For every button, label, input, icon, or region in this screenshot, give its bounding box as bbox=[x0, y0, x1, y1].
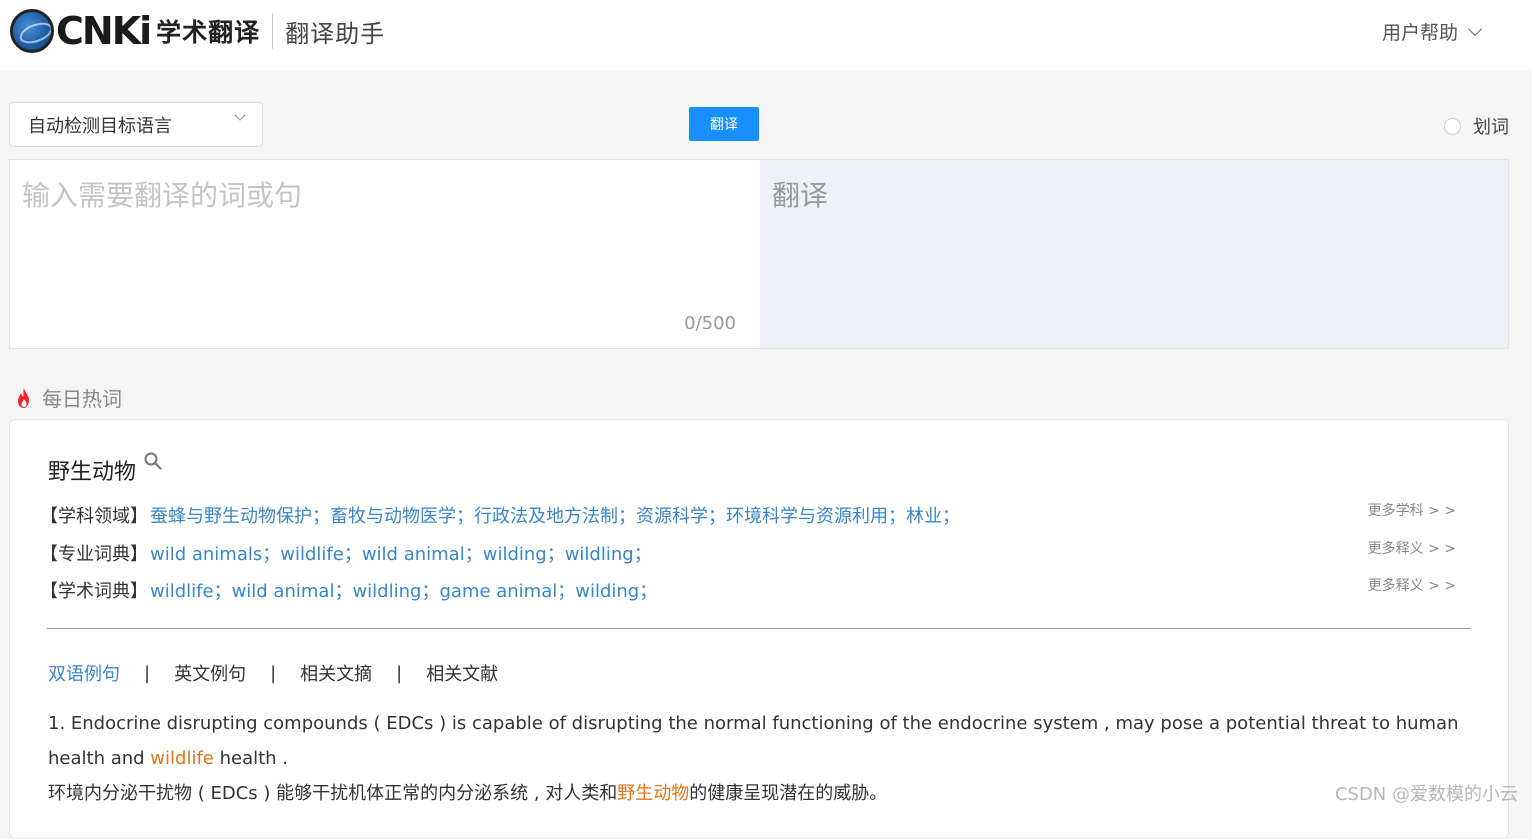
highlighted-term: 野生动物 bbox=[617, 783, 689, 804]
daily-hot-words-label: 每日热词 bbox=[42, 383, 122, 412]
dict-link[interactable]: game animal； bbox=[439, 581, 575, 602]
top-header: CNKi 学术翻译 翻译助手 用户帮助 bbox=[0, 0, 1532, 70]
tab-separator: | bbox=[270, 663, 276, 684]
academic-dict-items: wildlife；wild animal；wildling；game anima… bbox=[150, 577, 657, 603]
dict-link[interactable]: wildlife； bbox=[280, 544, 362, 565]
chevron-down-icon bbox=[234, 109, 245, 120]
dict-link[interactable]: wildlife； bbox=[150, 581, 232, 602]
example-english: 1. Endocrine disrupting compounds ( EDCs… bbox=[48, 706, 1468, 776]
word-pick-radio[interactable] bbox=[1444, 118, 1461, 135]
page-title: 翻译助手 bbox=[285, 14, 385, 49]
example-chinese: 环境内分泌干扰物 ( EDCs ) 能够干扰机体正常的内分泌系统 , 对人类和野… bbox=[48, 776, 1468, 811]
tab-separator: | bbox=[144, 663, 150, 684]
tab-related-abstracts[interactable]: 相关文摘 bbox=[300, 660, 372, 686]
professional-dict-items: wild animals；wildlife；wild animal；wildin… bbox=[150, 540, 652, 566]
example-tabs: 双语例句 | 英文例句 | 相关文摘 | 相关文献 bbox=[48, 660, 498, 686]
word-pick-label: 划词 bbox=[1473, 113, 1509, 139]
hot-word: 野生动物 bbox=[48, 454, 136, 486]
subject-link[interactable]: 环境科学与资源利用； bbox=[726, 506, 906, 527]
source-text-input[interactable] bbox=[10, 160, 760, 348]
dict-link[interactable]: wild animal； bbox=[362, 544, 483, 565]
target-language-value: 自动检测目标语言 bbox=[28, 112, 172, 138]
subject-field-items: 蚕蜂与野生动物保护；畜牧与动物医学；行政法及地方法制；资源科学；环境科学与资源利… bbox=[150, 502, 960, 528]
hot-word-card: 野生动物 【学科领域】 蚕蜂与野生动物保护；畜牧与动物医学；行政法及地方法制；资… bbox=[9, 419, 1509, 839]
globe-logo-icon bbox=[10, 9, 54, 53]
word-pick-toggle[interactable]: 划词 bbox=[1444, 113, 1509, 139]
more-subjects-link[interactable]: 更多学科 > > bbox=[1368, 500, 1456, 520]
tab-bilingual-examples[interactable]: 双语例句 bbox=[48, 660, 120, 686]
tab-english-examples[interactable]: 英文例句 bbox=[174, 660, 246, 686]
translation-panels: 0/500 翻译 bbox=[9, 159, 1509, 349]
target-text-placeholder: 翻译 bbox=[772, 179, 828, 212]
example-sentence: 1. Endocrine disrupting compounds ( EDCs… bbox=[48, 706, 1468, 811]
dict-link[interactable]: wild animals； bbox=[150, 544, 280, 565]
dict-link[interactable]: wilding； bbox=[575, 581, 657, 602]
target-panel: 翻译 bbox=[760, 160, 1508, 348]
highlighted-term: wildlife bbox=[150, 748, 214, 769]
academic-dict-row: 【学术词典】 wildlife；wild animal；wildling；gam… bbox=[40, 577, 657, 603]
logo-product-text: 学术翻译 bbox=[156, 13, 260, 49]
search-icon[interactable] bbox=[144, 452, 162, 470]
section-divider bbox=[47, 628, 1471, 629]
tab-related-literature[interactable]: 相关文献 bbox=[426, 660, 498, 686]
source-panel: 0/500 bbox=[10, 160, 760, 348]
tab-separator: | bbox=[396, 663, 402, 684]
logo-brand-text: CNKi bbox=[56, 12, 150, 50]
row-label: 【学术词典】 bbox=[40, 577, 148, 603]
logo-divider bbox=[272, 13, 273, 49]
row-label: 【专业词典】 bbox=[40, 540, 148, 566]
subject-field-row: 【学科领域】 蚕蜂与野生动物保护；畜牧与动物医学；行政法及地方法制；资源科学；环… bbox=[40, 502, 960, 528]
more-definitions-link[interactable]: 更多释义 > > bbox=[1368, 575, 1456, 595]
subject-link[interactable]: 行政法及地方法制； bbox=[474, 506, 636, 527]
user-help-menu[interactable]: 用户帮助 bbox=[1382, 18, 1480, 45]
dict-link[interactable]: wilding； bbox=[483, 544, 565, 565]
row-label: 【学科领域】 bbox=[40, 502, 148, 528]
dict-link[interactable]: wild animal； bbox=[232, 581, 353, 602]
translate-button[interactable]: 翻译 bbox=[689, 107, 759, 141]
more-definitions-link[interactable]: 更多释义 > > bbox=[1368, 538, 1456, 558]
user-help-label: 用户帮助 bbox=[1382, 18, 1458, 45]
dict-link[interactable]: wildling； bbox=[352, 581, 439, 602]
professional-dict-row: 【专业词典】 wild animals；wildlife；wild animal… bbox=[40, 540, 652, 566]
subject-link[interactable]: 林业； bbox=[906, 506, 960, 527]
subject-link[interactable]: 资源科学； bbox=[636, 506, 726, 527]
chevron-down-icon bbox=[1468, 21, 1482, 35]
csdn-watermark: CSDN @爱数模的小云 bbox=[1335, 780, 1518, 806]
target-language-select[interactable]: 自动检测目标语言 bbox=[9, 102, 263, 147]
dict-link[interactable]: wildling； bbox=[565, 544, 652, 565]
cnki-logo[interactable]: CNKi 学术翻译 翻译助手 bbox=[10, 6, 385, 56]
daily-hot-words-title: 每日热词 bbox=[14, 383, 122, 412]
fire-icon bbox=[14, 387, 34, 409]
subject-link[interactable]: 蚕蜂与野生动物保护； bbox=[150, 506, 330, 527]
char-counter: 0/500 bbox=[684, 313, 736, 334]
subject-link[interactable]: 畜牧与动物医学； bbox=[330, 506, 474, 527]
hot-word-heading: 野生动物 bbox=[48, 454, 162, 486]
